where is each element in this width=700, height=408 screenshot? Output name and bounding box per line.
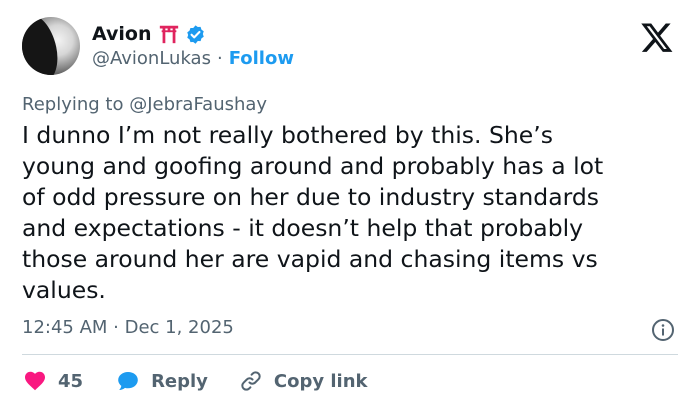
separator-dot: · <box>216 48 223 69</box>
action-bar: 45 Reply Copy link <box>22 366 368 396</box>
like-button[interactable]: 45 <box>22 369 83 393</box>
replying-to: Replying to @JebraFaushay <box>22 94 267 115</box>
x-logo-icon[interactable] <box>638 20 676 54</box>
heart-icon <box>25 371 45 391</box>
tweet-line: young and goofing around and probably ha… <box>22 152 604 180</box>
replying-handle[interactable]: @JebraFaushay <box>129 94 267 115</box>
tweet-line: and expectations - it doesn’t help that … <box>22 214 584 242</box>
verified-badge-icon <box>186 24 204 44</box>
divider <box>22 354 678 355</box>
tweet-line: values. <box>22 276 106 304</box>
author-handle[interactable]: @AvionLukas <box>92 48 211 69</box>
avatar-hair <box>22 17 63 75</box>
replying-prefix: Replying to <box>22 94 124 115</box>
author-display-name[interactable]: Avion <box>92 23 152 45</box>
avatar[interactable] <box>22 17 80 75</box>
link-icon <box>241 371 261 391</box>
tweet-line: of odd pressure on her due to industry s… <box>22 183 600 211</box>
reply-label: Reply <box>151 370 208 392</box>
tweet-line: those around her are vapid and chasing i… <box>22 245 598 273</box>
info-icon[interactable] <box>651 318 675 342</box>
copy-link-label: Copy link <box>273 370 368 392</box>
tweet-text: I dunno I’m not really bothered by this.… <box>22 120 682 306</box>
follow-button[interactable]: Follow <box>229 48 294 69</box>
author-name-row: Avion <box>92 21 206 47</box>
copy-link-button[interactable]: Copy link <box>238 369 368 393</box>
speech-bubble-icon <box>118 372 138 390</box>
reply-button[interactable]: Reply <box>115 369 208 393</box>
tweet-timestamp[interactable]: 12:45 AM · Dec 1, 2025 <box>22 317 234 338</box>
tweet-line: I dunno I’m not really bothered by this.… <box>22 121 553 149</box>
like-count: 45 <box>58 370 84 392</box>
torii-gate-icon <box>159 25 178 44</box>
author-handle-row: @AvionLukas · Follow <box>92 48 294 69</box>
